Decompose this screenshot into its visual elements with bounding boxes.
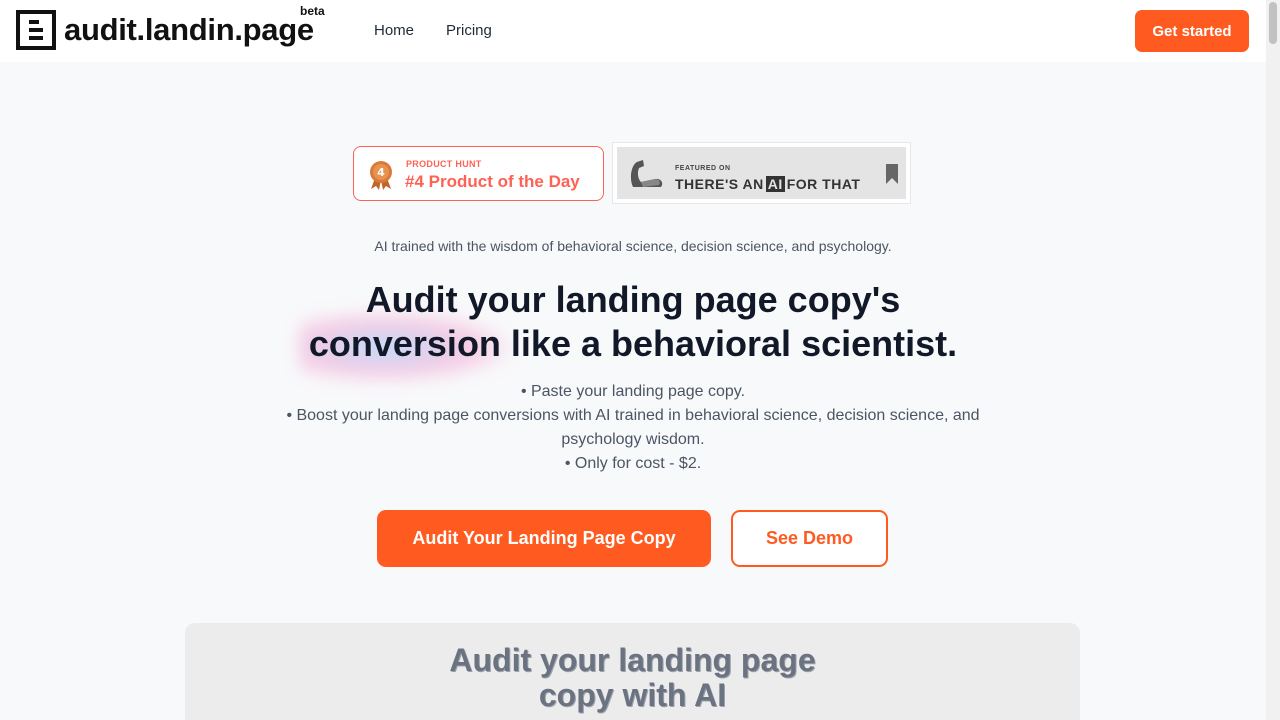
medal-icon: 4	[370, 161, 392, 190]
headline-line-1: Audit your landing page copy's	[365, 279, 901, 320]
scrollbar[interactable]	[1266, 0, 1280, 720]
logo-icon	[16, 10, 56, 50]
headline-line-2: conversion like a behavioral scientist.	[308, 323, 958, 364]
site-header: audit.landin.page beta Home Pricing Get …	[0, 0, 1266, 62]
aift-badge-inner: FEATURED ON THERE'S AN AI FOR THAT	[617, 147, 906, 199]
nav-pricing[interactable]: Pricing	[446, 22, 492, 39]
theres-an-ai-for-that-badge[interactable]: FEATURED ON THERE'S AN AI FOR THAT	[612, 142, 911, 204]
featured-on-label: FEATURED ON	[675, 165, 731, 172]
get-started-button[interactable]: Get started	[1135, 10, 1249, 52]
robot-arm-icon	[630, 160, 663, 187]
logo[interactable]: audit.landin.page	[16, 10, 314, 50]
bullet-item: • Boost your landing page conversions wi…	[286, 407, 980, 448]
bookmark-icon	[886, 164, 898, 184]
preview-title-line-2: copy with AI	[538, 677, 727, 713]
aift-title-part2: FOR THAT	[786, 176, 861, 192]
main-nav: Home Pricing	[374, 22, 492, 39]
hero-tagline: AI trained with the wisdom of behavioral…	[374, 238, 892, 254]
see-demo-button[interactable]: See Demo	[731, 510, 888, 567]
beta-label: beta	[300, 4, 325, 18]
product-hunt-label: PRODUCT HUNT	[406, 159, 482, 169]
svg-text:4: 4	[377, 166, 385, 179]
preview-panel: Audit your landing page copy with AI	[185, 623, 1080, 720]
preview-title: Audit your landing page copy with AI	[185, 643, 1080, 713]
audit-copy-button[interactable]: Audit Your Landing Page Copy	[377, 510, 711, 567]
logo-text: audit.landin.page	[64, 12, 314, 47]
bullet-item: • Paste your landing page copy.	[520, 383, 746, 400]
product-hunt-badge[interactable]: 4 PRODUCT HUNT #4 Product of the Day	[353, 146, 604, 201]
preview-title-line-1: Audit your landing page	[449, 642, 816, 678]
hero-bullets: • Paste your landing page copy. • Boost …	[250, 380, 1016, 476]
scrollbar-thumb[interactable]	[1269, 2, 1277, 44]
aift-title-part1: THERE'S AN	[675, 176, 764, 192]
nav-home[interactable]: Home	[374, 22, 414, 39]
product-hunt-rank: #4 Product of the Day	[405, 172, 580, 191]
aift-title: THERE'S AN AI FOR THAT	[675, 176, 860, 192]
aift-title-ai: AI	[765, 176, 785, 192]
hero-headline: Audit your landing page copy's conversio…	[0, 278, 1266, 366]
bullet-item: • Only for cost - $2.	[564, 455, 702, 472]
